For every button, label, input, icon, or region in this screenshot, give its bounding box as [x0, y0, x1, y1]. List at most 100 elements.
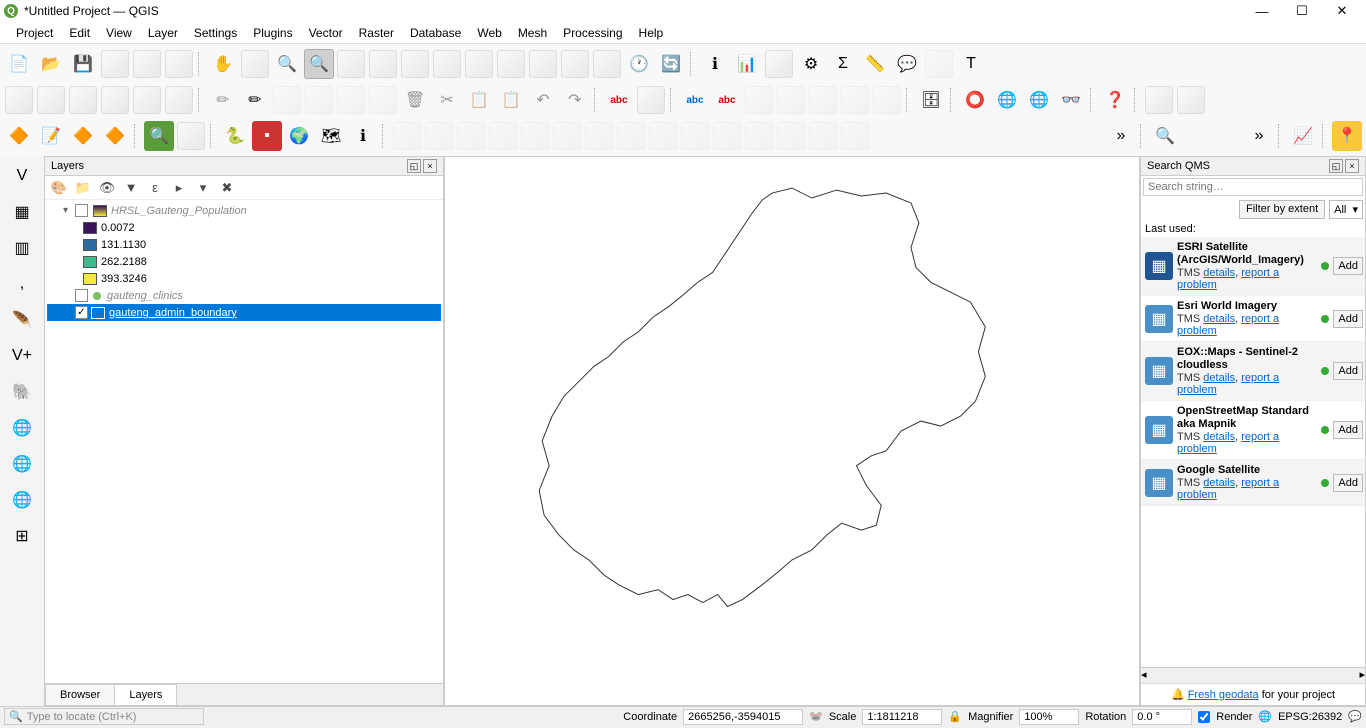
open-project-icon[interactable]: 📂	[36, 49, 66, 79]
locator-input[interactable]: 🔍 Type to locate (Ctrl+K)	[4, 708, 204, 725]
magnifier-field[interactable]: 100%	[1019, 709, 1079, 725]
layer-gauteng-admin-boundary[interactable]: gauteng_admin_boundary	[47, 304, 441, 321]
pan-to-selection-icon[interactable]	[240, 49, 270, 79]
new-map-view-icon[interactable]	[528, 49, 558, 79]
add-group-icon[interactable]: 📁	[73, 178, 93, 198]
digitize-3-icon[interactable]	[456, 121, 486, 151]
qms-item[interactable]: ▦ESRI Satellite (ArcGIS/World_Imagery)TM…	[1141, 237, 1365, 296]
map-canvas[interactable]	[444, 156, 1140, 706]
topology-checker-icon[interactable]: ⭕	[960, 85, 990, 115]
add-basemap-button[interactable]: Add	[1333, 310, 1363, 328]
toggle-editing-icon[interactable]: ✏	[240, 85, 270, 115]
toolbox-icon[interactable]: ⚙	[796, 49, 826, 79]
menu-edit[interactable]: Edit	[61, 26, 98, 40]
temporal-controller-icon[interactable]: 🕐	[624, 49, 654, 79]
label-pin-icon[interactable]: abc	[712, 85, 742, 115]
digitize-15-icon[interactable]	[840, 121, 870, 151]
minimize-button[interactable]: —	[1242, 0, 1282, 22]
digitize-13-icon[interactable]	[776, 121, 806, 151]
details-link[interactable]: details	[1203, 313, 1235, 325]
go-to-xy-icon[interactable]: 📍	[1332, 121, 1362, 151]
paste-features-icon[interactable]: 📋	[496, 85, 526, 115]
add-postgis-layer-icon[interactable]: 🐘	[6, 376, 38, 408]
digitize-5-icon[interactable]	[520, 121, 550, 151]
qms-results-list[interactable]: ▦ESRI Satellite (ArcGIS/World_Imagery)TM…	[1141, 237, 1365, 667]
add-virtual-layer-icon[interactable]: V+	[6, 340, 38, 372]
menu-plugins[interactable]: Plugins	[245, 26, 300, 40]
fresh-geodata-link[interactable]: Fresh geodata	[1188, 689, 1259, 701]
menu-vector[interactable]: Vector	[301, 26, 351, 40]
label-tool-4-icon[interactable]	[840, 85, 870, 115]
zoom-in-icon[interactable]: 🔍	[272, 49, 302, 79]
add-vector-layer-icon[interactable]: V	[6, 160, 38, 192]
new-spatialite-icon[interactable]	[100, 85, 130, 115]
add-feature-icon[interactable]	[304, 85, 334, 115]
python-console-icon[interactable]: 🐍	[220, 121, 250, 151]
digitize-2-icon[interactable]	[424, 121, 454, 151]
select-by-value-icon[interactable]: 📝	[36, 121, 66, 151]
label-abc-icon[interactable]: abc	[604, 85, 634, 115]
statistics-icon[interactable]: Σ	[828, 49, 858, 79]
new-mesh-layer-icon[interactable]	[164, 85, 194, 115]
label-tool-5-icon[interactable]	[872, 85, 902, 115]
panel-close-icon[interactable]: ×	[423, 159, 437, 173]
close-button[interactable]: ✕	[1322, 0, 1362, 22]
move-feature-icon[interactable]	[336, 85, 366, 115]
text-annotation-icon[interactable]: T	[956, 49, 986, 79]
lock-scale-icon[interactable]: 🔒	[948, 710, 962, 723]
menu-help[interactable]: Help	[631, 26, 672, 40]
copy-features-icon[interactable]: 📋	[464, 85, 494, 115]
info-identify-icon[interactable]: ℹ	[348, 121, 378, 151]
add-basemap-button[interactable]: Add	[1333, 257, 1363, 275]
new-geopackage-icon[interactable]	[36, 85, 66, 115]
rotation-field[interactable]: 0.0 °	[1132, 709, 1192, 725]
add-xyz-layer-icon[interactable]: ⊞	[6, 520, 38, 552]
add-spatialite-icon[interactable]: 🪶	[6, 304, 38, 336]
zoom-native-icon[interactable]	[432, 49, 462, 79]
qms-item[interactable]: ▦EOX::Maps - Sentinel-2 cloudlessTMS det…	[1141, 342, 1365, 401]
add-basemap-button[interactable]: Add	[1333, 474, 1363, 492]
refresh-icon[interactable]: 🔄	[656, 49, 686, 79]
qms-item[interactable]: ▦Esri World ImageryTMS details, report a…	[1141, 296, 1365, 342]
collapse-all-icon[interactable]: ▾	[193, 178, 213, 198]
render-checkbox[interactable]	[1198, 711, 1210, 723]
digitize-6-icon[interactable]	[552, 121, 582, 151]
details-link[interactable]: details	[1203, 372, 1235, 384]
layer-checkbox[interactable]	[75, 306, 88, 319]
digitize-1-icon[interactable]	[392, 121, 422, 151]
qms-horizontal-scrollbar[interactable]: ◂▸	[1141, 667, 1365, 683]
qms-search-input[interactable]	[1143, 178, 1363, 196]
digitize-14-icon[interactable]	[808, 121, 838, 151]
overflow-chevron-2-icon[interactable]: »	[1244, 121, 1274, 151]
plugin-red-icon[interactable]: ▪	[252, 121, 282, 151]
qgis2web-icon[interactable]	[1144, 85, 1174, 115]
menu-project[interactable]: Project	[8, 26, 61, 40]
menu-database[interactable]: Database	[402, 26, 469, 40]
show-spatial-bookmarks-icon[interactable]	[592, 49, 622, 79]
new-shapefile-icon[interactable]	[68, 85, 98, 115]
pan-icon[interactable]: ✋	[208, 49, 238, 79]
filter-select[interactable]: All ▾	[1329, 200, 1363, 219]
details-link[interactable]: details	[1203, 477, 1235, 489]
crs-label[interactable]: EPSG:26392	[1278, 711, 1342, 723]
expand-icon[interactable]: ▾	[63, 205, 75, 216]
select-all-icon[interactable]: 🔶	[100, 121, 130, 151]
menu-raster[interactable]: Raster	[351, 26, 402, 40]
label-tool-2-icon[interactable]	[776, 85, 806, 115]
panel-undock-icon[interactable]: ◱	[1329, 159, 1343, 173]
qms-item[interactable]: ▦OpenStreetMap Standard aka MapnikTMS de…	[1141, 401, 1365, 460]
db-manager-icon[interactable]: 🗄	[916, 85, 946, 115]
mask-icon[interactable]: 👓	[1056, 85, 1086, 115]
expand-all-icon[interactable]: ▸	[169, 178, 189, 198]
menu-layer[interactable]: Layer	[140, 26, 186, 40]
new-virtual-layer-icon[interactable]	[132, 85, 162, 115]
layer-checkbox[interactable]	[75, 289, 88, 302]
qms-item[interactable]: ▦Google SatelliteTMS details, report a p…	[1141, 460, 1365, 506]
undo-icon[interactable]: ↶	[528, 85, 558, 115]
tab-browser[interactable]: Browser	[45, 684, 115, 705]
add-mesh-layer-icon[interactable]: ▥	[6, 232, 38, 264]
digitize-7-icon[interactable]	[584, 121, 614, 151]
label-diagram-icon[interactable]	[636, 85, 666, 115]
maximize-button[interactable]: ☐	[1282, 0, 1322, 22]
extents-icon[interactable]: 🐭	[809, 710, 823, 723]
